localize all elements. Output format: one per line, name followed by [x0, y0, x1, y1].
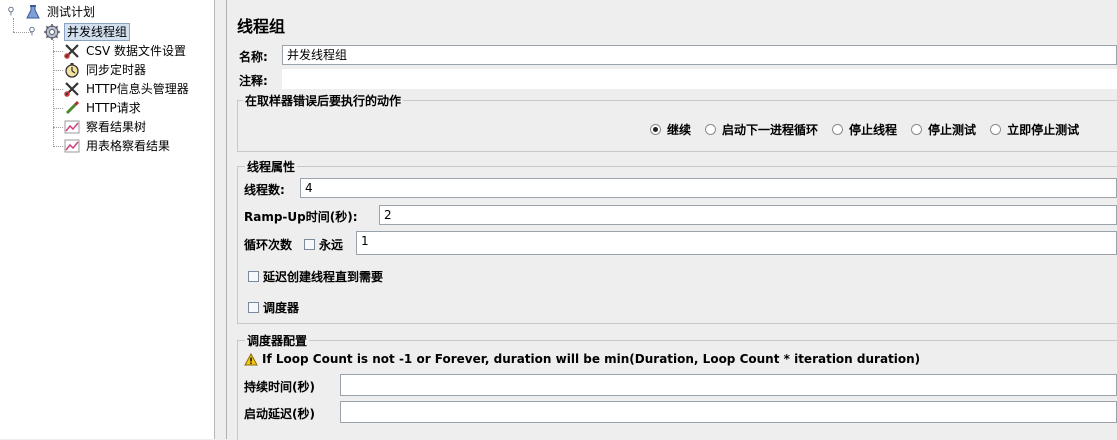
- graph-icon: [63, 137, 81, 155]
- radio-label: 停止线程: [849, 123, 898, 137]
- tree-node-thread-group[interactable]: 并发线程组: [43, 23, 131, 41]
- test-plan-icon: [24, 3, 42, 21]
- tree-connector: [53, 127, 63, 128]
- radio-stop-test[interactable]: 停止测试: [911, 121, 976, 138]
- test-plan-tree[interactable]: ⚲ ⚲ 测试计划 并发线程组 CSV 数据文件设置 同步定时器 HTTP信息头管…: [0, 0, 215, 439]
- forever-label: 永远: [319, 238, 344, 252]
- thread-group-panel: 线程组 名称: 并发线程组 注释: 在取样器错误后要执行的动作 继续 启动下一进…: [227, 0, 1117, 440]
- collapse-toggle-icon[interactable]: ⚲: [6, 7, 16, 17]
- tree-node-label: 用表格察看结果: [86, 139, 171, 153]
- delay-thread-creation-row[interactable]: 延迟创建线程直到需要: [248, 268, 383, 285]
- threads-field[interactable]: 4: [300, 178, 1117, 198]
- rampup-field[interactable]: 2: [379, 205, 1117, 225]
- tree-node-label: 并发线程组: [64, 23, 131, 41]
- tree-node-csv-data-set[interactable]: CSV 数据文件设置: [63, 42, 188, 60]
- pane-splitter[interactable]: [215, 0, 227, 439]
- radio-button[interactable]: [832, 124, 844, 135]
- loop-count-field[interactable]: 1: [356, 231, 1117, 255]
- tree-node-http-header-manager[interactable]: HTTP信息头管理器: [63, 80, 191, 98]
- tree-connector: [53, 146, 63, 147]
- error-action-options: 继续 启动下一进程循环 停止线程 停止测试 立即停止测试: [636, 121, 1079, 138]
- radio-stop-test-now[interactable]: 立即停止测试: [990, 121, 1079, 138]
- radio-continue[interactable]: 继续: [650, 121, 691, 138]
- warning-text: If Loop Count is not -1 or Forever, dura…: [262, 352, 921, 366]
- tree-node-http-request[interactable]: HTTP请求: [63, 99, 143, 117]
- comment-label: 注释:: [239, 74, 268, 88]
- radio-button[interactable]: [990, 124, 1002, 135]
- wrench-scissors-icon: [63, 80, 81, 98]
- tree-node-view-results-table[interactable]: 用表格察看结果: [63, 137, 172, 155]
- stopwatch-icon: [63, 61, 81, 79]
- forever-checkbox-row[interactable]: 永远: [304, 236, 343, 253]
- tree-connector: [53, 70, 63, 71]
- scheduler-row[interactable]: 调度器: [248, 299, 299, 316]
- name-field[interactable]: 并发线程组: [282, 45, 1117, 65]
- error-action-title: 在取样器错误后要执行的动作: [243, 92, 404, 109]
- scheduler-checkbox[interactable]: [248, 302, 259, 313]
- name-label: 名称:: [239, 50, 268, 64]
- startup-delay-field[interactable]: [340, 401, 1117, 423]
- radio-start-next-loop[interactable]: 启动下一进程循环: [705, 121, 818, 138]
- scheduler-warning: If Loop Count is not -1 or Forever, dura…: [244, 352, 920, 366]
- scheduler-config-title: 调度器配置: [245, 332, 310, 349]
- tree-node-label: 同步定时器: [86, 63, 147, 77]
- tree-node-sync-timer[interactable]: 同步定时器: [63, 61, 148, 79]
- tree-node-label: CSV 数据文件设置: [86, 44, 187, 58]
- comment-field[interactable]: [282, 69, 1117, 89]
- delay-thread-creation-label: 延迟创建线程直到需要: [263, 270, 384, 284]
- tree-connector: [13, 18, 14, 32]
- radio-stop-thread[interactable]: 停止线程: [832, 121, 897, 138]
- radio-button[interactable]: [705, 124, 717, 135]
- wrench-scissors-icon: [63, 42, 81, 60]
- tree-connector: [53, 108, 63, 109]
- radio-label: 启动下一进程循环: [722, 123, 819, 137]
- tree-node-label: 测试计划: [47, 5, 96, 19]
- gear-icon: [43, 23, 61, 41]
- collapse-toggle-icon[interactable]: ⚲: [27, 27, 37, 37]
- tree-node-test-plan[interactable]: 测试计划: [24, 3, 97, 21]
- tree-connector: [53, 51, 63, 52]
- tree-node-label: HTTP信息头管理器: [86, 82, 189, 96]
- tree-connector: [53, 89, 63, 90]
- threads-label: 线程数:: [244, 183, 285, 197]
- radio-label: 停止测试: [928, 123, 977, 137]
- radio-label: 继续: [667, 123, 692, 137]
- graph-icon: [63, 118, 81, 136]
- radio-button[interactable]: [650, 124, 661, 135]
- warning-icon: [244, 352, 258, 366]
- tree-node-view-results-tree[interactable]: 察看结果树: [63, 118, 148, 136]
- page-title: 线程组: [237, 17, 286, 36]
- pipette-icon: [63, 99, 81, 117]
- startup-delay-label: 启动延迟(秒): [244, 407, 315, 421]
- rampup-label: Ramp-Up时间(秒):: [244, 210, 358, 224]
- delay-thread-creation-checkbox[interactable]: [248, 271, 259, 282]
- forever-checkbox[interactable]: [304, 239, 315, 250]
- thread-properties-title: 线程属性: [245, 158, 298, 175]
- tree-connector: [53, 40, 54, 147]
- duration-field[interactable]: [340, 374, 1117, 396]
- tree-node-label: 察看结果树: [86, 120, 147, 134]
- radio-button[interactable]: [911, 124, 923, 135]
- scheduler-label: 调度器: [263, 301, 300, 315]
- radio-label: 立即停止测试: [1007, 123, 1080, 137]
- duration-label: 持续时间(秒): [244, 380, 315, 394]
- tree-node-label: HTTP请求: [86, 101, 141, 115]
- loop-label: 循环次数: [244, 238, 293, 252]
